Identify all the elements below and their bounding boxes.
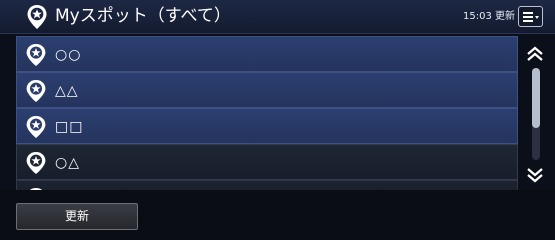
header-bar: Myスポット（すべて） 15:03 更新 — [0, 0, 555, 34]
list-item[interactable] — [16, 180, 518, 190]
list-item-label: ○○ — [55, 47, 82, 63]
double-chevron-down-icon[interactable] — [526, 167, 544, 183]
pin-star-icon — [26, 80, 46, 102]
list-item[interactable]: □□ — [16, 108, 518, 144]
hamburger-dropdown-icon — [523, 12, 539, 22]
scrollbar-track[interactable] — [532, 68, 540, 160]
footer-bar: 更新 — [0, 190, 555, 240]
refresh-button[interactable]: 更新 — [16, 203, 138, 230]
page-title: Myスポット（すべて） — [55, 6, 231, 26]
list-item[interactable]: △△ — [16, 72, 518, 108]
scrollbar-thumb[interactable] — [532, 68, 540, 128]
pin-star-icon — [27, 5, 47, 29]
spot-list: ○○ △△ □□ ○△ — [16, 36, 518, 190]
pin-star-icon — [26, 44, 46, 66]
list-item-label: ○△ — [55, 155, 80, 171]
list-item[interactable]: ○○ — [16, 36, 518, 72]
pin-star-icon — [26, 152, 46, 174]
pin-star-icon — [26, 116, 46, 138]
list-item[interactable]: ○△ — [16, 144, 518, 180]
list-item-label: △△ — [55, 83, 79, 99]
update-time-status: 15:03 更新 — [463, 11, 515, 22]
menu-button[interactable] — [518, 6, 543, 27]
double-chevron-up-icon[interactable] — [526, 46, 544, 62]
list-item-label: □□ — [55, 119, 84, 135]
